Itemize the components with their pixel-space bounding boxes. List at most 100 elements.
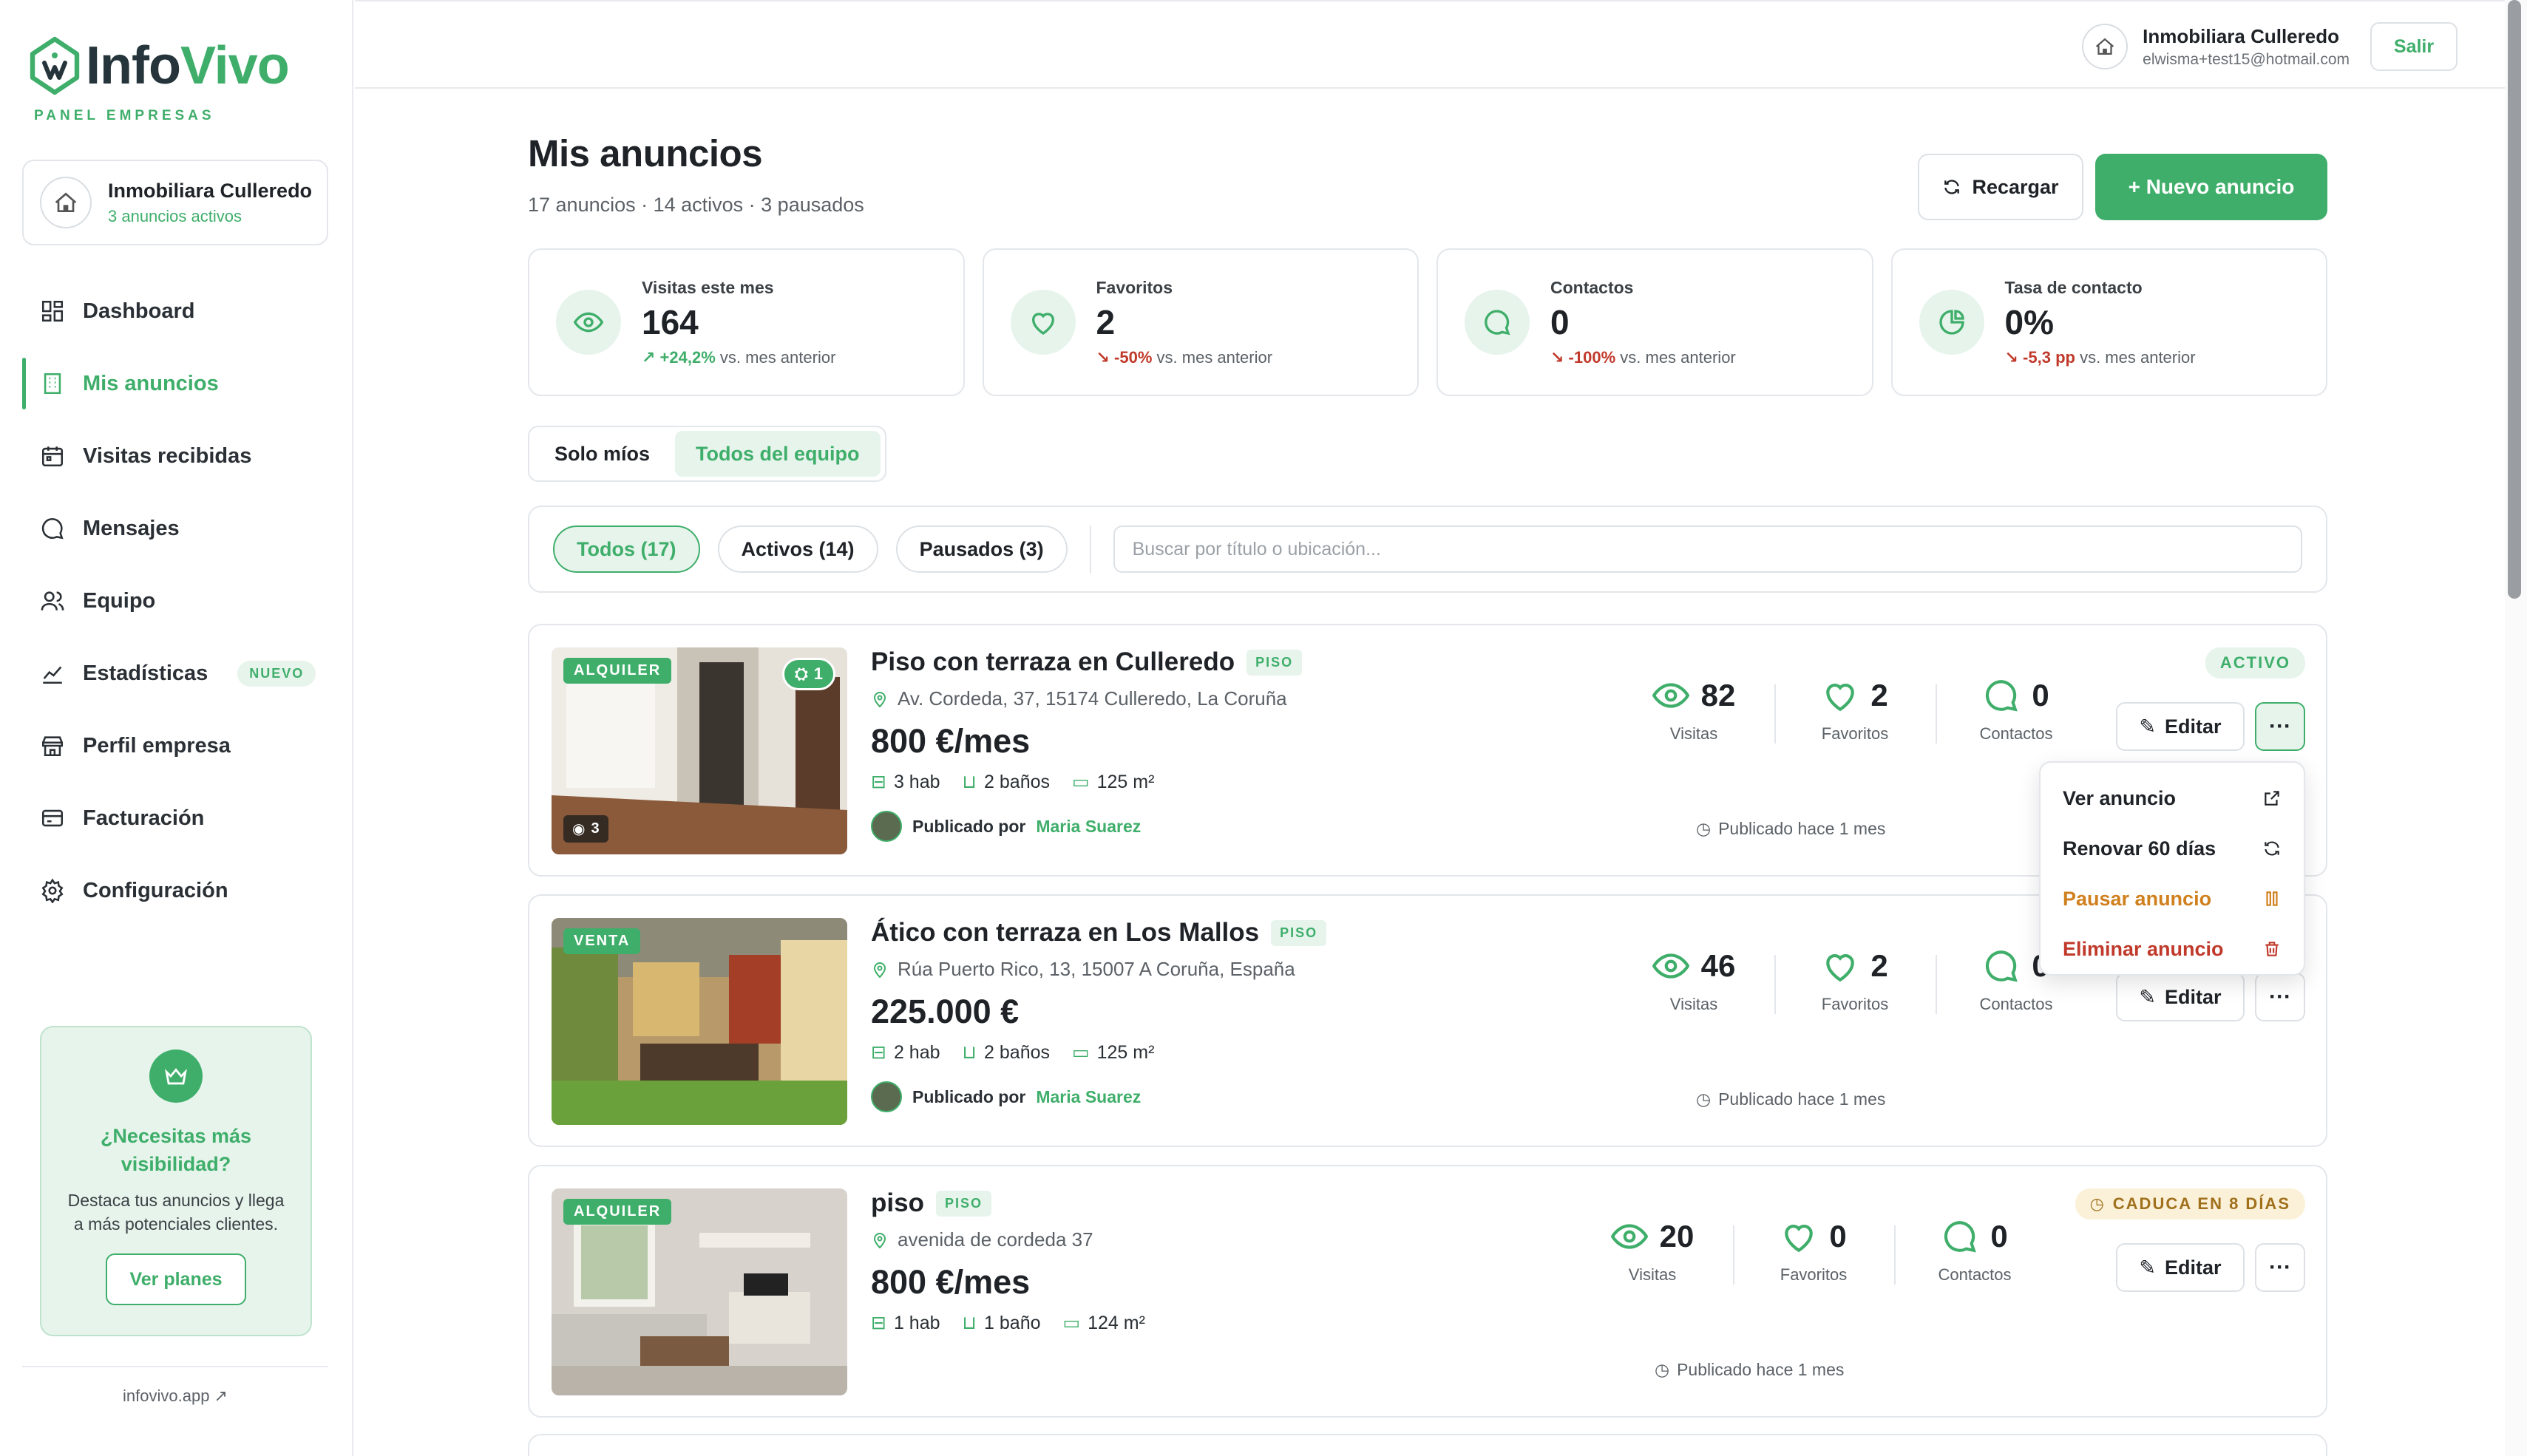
area-icon: ▭	[1072, 772, 1090, 792]
menu-renew-listing[interactable]: Renovar 60 días	[2041, 823, 2304, 874]
user-email: elwisma+test15@hotmail.com	[2143, 50, 2350, 68]
eye-icon	[556, 290, 621, 355]
sidebar-item-configuracion[interactable]: Configuración	[22, 854, 333, 927]
more-actions-button[interactable]: ···	[2255, 973, 2305, 1021]
published-ago: ◷ Publicado hace 1 mes	[1696, 1089, 1886, 1109]
filter-active[interactable]: Activos (14)	[717, 525, 878, 573]
company-switcher[interactable]: Inmobiliara Culleredo 3 anuncios activos	[22, 160, 328, 245]
team-icon	[41, 591, 64, 610]
listing-photo[interactable]: ALQUILER ⛭ 1 ◉ 3	[552, 647, 847, 854]
divider	[1089, 525, 1091, 573]
trash-icon	[2265, 942, 2279, 956]
bath-icon: ⊔	[962, 1313, 977, 1333]
listing-title[interactable]: Piso con terraza en Culleredo	[871, 647, 1235, 677]
edit-button[interactable]: ✎ Editar	[2116, 1243, 2245, 1292]
listing-title[interactable]: piso	[871, 1188, 924, 1218]
more-actions-button[interactable]: ···	[2255, 702, 2305, 751]
user-name: Inmobiliara Culleredo	[2143, 24, 2339, 47]
scope-team-button[interactable]: Todos del equipo	[675, 431, 881, 477]
new-listing-button[interactable]: + Nuevo anuncio	[2095, 154, 2327, 220]
refresh-icon	[2265, 841, 2279, 856]
scrollbar[interactable]	[2505, 0, 2527, 1456]
edit-button[interactable]: ✎ Editar	[2116, 973, 2245, 1021]
stat-label: Tasa de contacto	[2004, 277, 2143, 297]
stat-value: 0	[1550, 302, 1570, 341]
bed-icon: ⊟	[871, 1313, 886, 1333]
chat-icon	[1986, 680, 2018, 712]
listing-metrics: 46 Visitas 2 Favoritos 0 Contactos	[1613, 948, 2097, 1014]
pause-icon	[2266, 891, 2278, 906]
agent-name[interactable]: Maria Suarez	[1036, 817, 1141, 837]
upgrade-promo: ¿Necesitas más visibilidad? Destaca tus …	[40, 1026, 312, 1336]
scope-mine-button[interactable]: Solo míos	[534, 431, 671, 477]
stats-row: Visitas este mes 164 ↗ +24,2% vs. mes an…	[528, 248, 2327, 396]
boost-icon: ⛭	[795, 664, 808, 683]
listing-price: 800 €/mes	[871, 722, 1031, 760]
menu-view-listing[interactable]: Ver anuncio	[2041, 773, 2304, 823]
agent-name[interactable]: Maria Suarez	[1036, 1087, 1141, 1107]
edit-button[interactable]: ✎ Editar	[2116, 702, 2245, 751]
user-menu[interactable]: Inmobiliara Culleredo elwisma+test15@hot…	[2082, 24, 2350, 69]
infovivo-link[interactable]: infovivo.app ↗	[22, 1366, 328, 1406]
listing-address: avenida de cordeda 37	[871, 1228, 1145, 1251]
stat-delta: ↘ -50% vs. mes anterior	[1096, 347, 1273, 367]
photo-count: ◉ 3	[563, 815, 608, 843]
promo-text: Destaca tus anuncios y llega a más poten…	[67, 1191, 285, 1234]
sidebar-item-perfil[interactable]: Perfil empresa	[22, 710, 333, 782]
stat-favorites: Favoritos 2 ↘ -50% vs. mes anterior	[982, 248, 1419, 396]
reload-button[interactable]: Recargar	[1918, 154, 2083, 220]
listing-photo[interactable]: VENTA	[552, 918, 847, 1125]
sidebar-item-facturacion[interactable]: Facturación	[22, 782, 333, 854]
listing-title[interactable]: Ático con terraza en Los Mallos	[871, 918, 1259, 948]
more-actions-button[interactable]: ···	[2255, 1243, 2305, 1292]
logo-text: InfoVivo	[86, 36, 290, 95]
filter-paused[interactable]: Pausados (3)	[895, 525, 1068, 573]
listing-metrics: 82 Visitas 2 Favoritos 0 Contactos	[1613, 677, 2097, 744]
card-icon	[41, 809, 64, 827]
listing-photo[interactable]: ALQUILER	[552, 1188, 847, 1395]
sidebar-item-mensajes[interactable]: Mensajes	[22, 492, 333, 565]
published-by: Publicado por Maria Suarez	[871, 811, 1302, 842]
gear-icon	[41, 878, 64, 903]
logout-button[interactable]: Salir	[2370, 22, 2458, 71]
panel-label: PANEL EMPRESAS	[34, 108, 215, 123]
topbar: Inmobiliara Culleredo elwisma+test15@hot…	[355, 0, 2527, 89]
building-icon	[44, 372, 61, 395]
user-avatar	[2082, 24, 2129, 69]
scope-toggle: Solo míos Todos del equipo	[528, 426, 886, 482]
filter-all[interactable]: Todos (17)	[553, 525, 700, 573]
bed-icon: ⊟	[871, 772, 886, 792]
listing-metrics: 20 Visitas 0 Favoritos 0 Contactos	[1572, 1218, 2055, 1285]
eye-icon	[1610, 1224, 1648, 1249]
scrollbar-thumb[interactable]	[2508, 0, 2521, 599]
search-input[interactable]	[1113, 525, 2302, 573]
clock-icon: ◷	[1696, 819, 1712, 838]
reload-label: Recargar	[1972, 175, 2059, 198]
stat-delta: ↘ -5,3 pp vs. mes anterior	[2004, 347, 2196, 367]
sidebar-item-equipo[interactable]: Equipo	[22, 565, 333, 637]
stat-delta: ↘ -100% vs. mes anterior	[1550, 347, 1736, 367]
promo-title: ¿Necesitas más visibilidad?	[100, 1125, 252, 1175]
status-badge: ACTIVO	[2205, 647, 2305, 678]
sidebar-item-mis-anuncios[interactable]: Mis anuncios	[22, 347, 333, 420]
published-by: Publicado por Maria Suarez	[871, 1081, 1326, 1112]
message-icon	[41, 517, 64, 540]
sidebar-item-dashboard[interactable]: Dashboard	[22, 275, 333, 347]
stat-contact-rate: Tasa de contacto 0% ↘ -5,3 pp vs. mes an…	[1890, 248, 2327, 396]
ver-planes-button[interactable]: Ver planes	[106, 1253, 246, 1305]
menu-delete-listing[interactable]: Eliminar anuncio	[2041, 924, 2304, 974]
stat-visits: Visitas este mes 164 ↗ +24,2% vs. mes an…	[528, 248, 965, 396]
sidebar-item-visitas[interactable]: Visitas recibidas	[22, 420, 333, 492]
stat-label: Visitas este mes	[642, 277, 774, 297]
chat-icon	[1986, 950, 2018, 982]
sidebar-item-estadisticas[interactable]: Estadísticas NUEVO	[22, 637, 333, 710]
infovivo-logo[interactable]: InfoVivo	[28, 35, 290, 96]
page-title: Mis anuncios	[528, 132, 763, 174]
dashboard-icon	[41, 300, 64, 322]
company-name: Inmobiliara Culleredo	[108, 179, 313, 202]
stat-label: Contactos	[1550, 277, 1634, 297]
chat-icon	[1944, 1221, 1977, 1253]
menu-pause-listing[interactable]: Pausar anuncio	[2041, 874, 2304, 924]
new-badge: NUEVO	[237, 660, 316, 687]
area-icon: ▭	[1072, 1042, 1090, 1063]
